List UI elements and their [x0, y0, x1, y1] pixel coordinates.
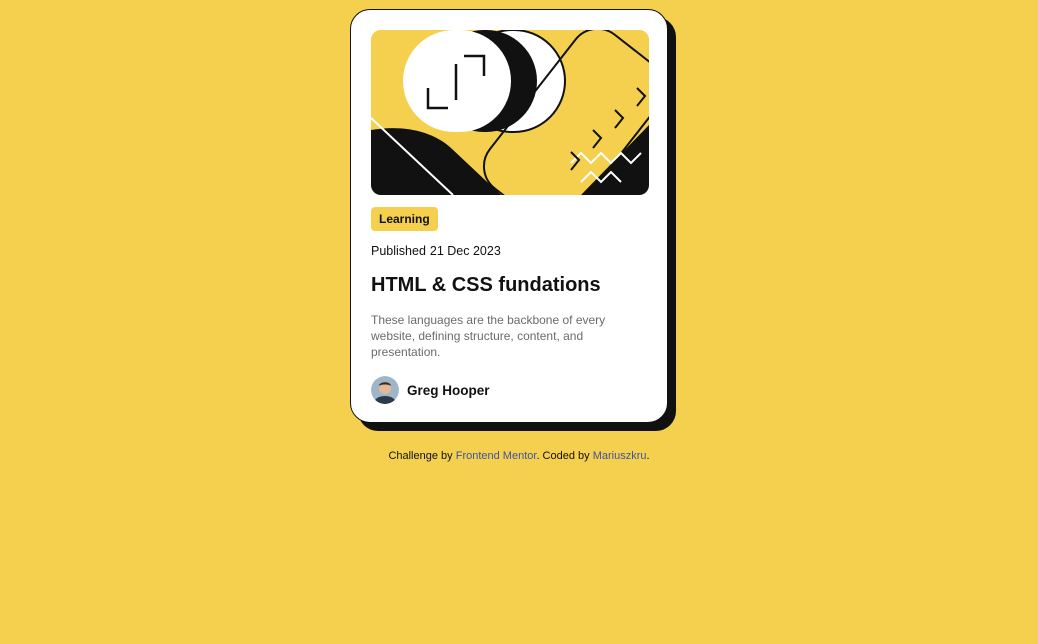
- blog-preview-card: Learning Published 21 Dec 2023 HTML & CSS…: [350, 9, 668, 423]
- article-description: These languages are the backbone of ever…: [371, 313, 606, 359]
- attribution-middle: . Coded by: [536, 450, 590, 462]
- attribution-suffix: .: [646, 450, 650, 462]
- published-date: 21 Dec 2023: [429, 244, 501, 258]
- author-link[interactable]: Mariuszkru: [593, 450, 647, 462]
- category-tag: Learning: [371, 207, 438, 231]
- avatar: [371, 376, 399, 404]
- attribution-prefix: Challenge by: [388, 450, 453, 462]
- attribution: Challenge by Frontend Mentor. Coded by M…: [0, 450, 1038, 462]
- hero-illustration: [371, 30, 649, 195]
- article-title[interactable]: HTML & CSS fundations: [371, 274, 601, 297]
- author: Greg Hooper: [371, 376, 490, 404]
- frontend-mentor-link[interactable]: Frontend Mentor: [456, 450, 537, 462]
- published-line: Published 21 Dec 2023: [371, 244, 505, 258]
- author-name: Greg Hooper: [407, 382, 490, 398]
- published-label: Published: [371, 244, 426, 258]
